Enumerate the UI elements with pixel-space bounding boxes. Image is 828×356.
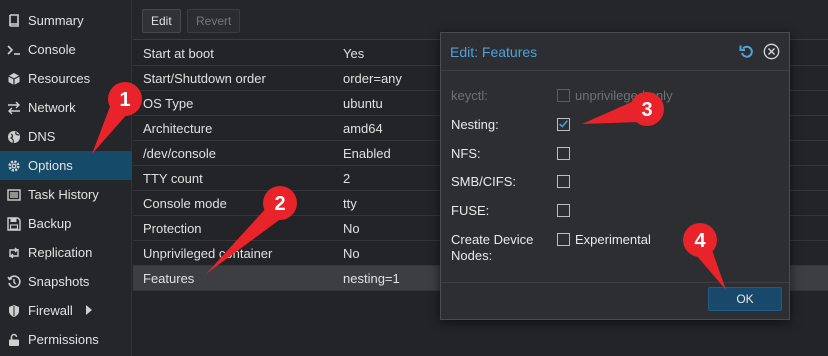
keyctl-checkbox-label: unprivileged only bbox=[575, 88, 673, 103]
list-icon bbox=[6, 187, 22, 203]
option-key: Unprivileged container bbox=[143, 245, 273, 261]
sidebar: Summary Console Resources Network DNS Op… bbox=[0, 0, 132, 356]
sidebar-item-snapshots[interactable]: Snapshots bbox=[0, 267, 132, 296]
sidebar-item-label: Replication bbox=[28, 245, 93, 260]
option-value: Yes bbox=[343, 45, 365, 61]
edit-button[interactable]: Edit bbox=[142, 9, 181, 33]
sidebar-item-label: Options bbox=[28, 158, 73, 173]
sidebar-item-options[interactable]: Options bbox=[0, 151, 132, 180]
option-value: amd64 bbox=[343, 120, 383, 136]
nfs-label: NFS: bbox=[451, 146, 481, 161]
sidebar-item-label: Permissions bbox=[28, 332, 99, 347]
option-value: nesting=1 bbox=[343, 270, 400, 286]
smb-cifs-checkbox[interactable] bbox=[557, 175, 570, 188]
experimental-label: Experimental bbox=[575, 232, 651, 247]
nfs-checkbox[interactable] bbox=[557, 147, 570, 160]
create-device-nodes-label-line2: Nodes: bbox=[451, 248, 493, 263]
exchange-icon bbox=[6, 100, 22, 116]
sidebar-item-label: Network bbox=[28, 100, 76, 115]
gear-icon bbox=[6, 158, 22, 174]
sidebar-item-label: Summary bbox=[28, 13, 84, 28]
option-value: Enabled bbox=[343, 145, 391, 161]
globe-icon bbox=[6, 129, 22, 145]
history-icon bbox=[6, 274, 22, 290]
option-value: 2 bbox=[343, 170, 351, 186]
option-key: Features bbox=[143, 270, 195, 286]
sidebar-item-replication[interactable]: Replication bbox=[0, 238, 132, 267]
edit-features-dialog: Edit: Features keyctl: unprivileged only… bbox=[440, 32, 790, 320]
create-device-nodes-checkbox[interactable] bbox=[557, 233, 570, 246]
sidebar-item-backup[interactable]: Backup bbox=[0, 209, 132, 238]
sidebar-item-task-history[interactable]: Task History bbox=[0, 180, 132, 209]
create-device-nodes-label-line1: Create Device bbox=[451, 232, 534, 247]
option-key: Start/Shutdown order bbox=[143, 70, 266, 86]
sidebar-item-label: Snapshots bbox=[28, 274, 90, 289]
floppy-icon bbox=[6, 216, 22, 232]
revert-button[interactable]: Revert bbox=[187, 9, 241, 33]
option-key: Start at boot bbox=[143, 45, 214, 61]
sidebar-item-summary[interactable]: Summary bbox=[0, 6, 132, 35]
sidebar-item-network[interactable]: Network bbox=[0, 93, 132, 122]
dialog-header: Edit: Features bbox=[441, 33, 789, 71]
retweet-icon bbox=[6, 245, 22, 261]
sidebar-item-label: Resources bbox=[28, 71, 91, 86]
sidebar-item-label: Firewall bbox=[28, 303, 73, 318]
keyctl-label: keyctl: bbox=[451, 88, 488, 103]
dialog-title: Edit: Features bbox=[450, 43, 538, 60]
option-key: Console mode bbox=[143, 195, 227, 211]
sidebar-item-label: Console bbox=[28, 42, 76, 57]
sidebar-item-permissions[interactable]: Permissions bbox=[0, 325, 132, 354]
option-key: Protection bbox=[143, 220, 202, 236]
sidebar-item-label: DNS bbox=[28, 129, 56, 144]
smb-cifs-label: SMB/CIFS: bbox=[451, 174, 517, 189]
chevron-right-icon[interactable] bbox=[86, 305, 92, 315]
unlock-icon bbox=[6, 332, 22, 348]
sidebar-item-label: Backup bbox=[28, 216, 72, 231]
nesting-label: Nesting: bbox=[451, 117, 499, 132]
close-icon[interactable] bbox=[763, 43, 780, 60]
sidebar-item-label: Task History bbox=[28, 187, 99, 202]
sidebar-item-resources[interactable]: Resources bbox=[0, 64, 132, 93]
shield-icon bbox=[6, 303, 22, 319]
reset-icon[interactable] bbox=[739, 44, 755, 60]
sidebar-item-dns[interactable]: DNS bbox=[0, 122, 132, 151]
option-value: order=any bbox=[343, 70, 402, 86]
option-key: OS Type bbox=[143, 95, 194, 111]
option-key: TTY count bbox=[143, 170, 203, 186]
option-value: tty bbox=[343, 195, 357, 211]
sidebar-item-console[interactable]: Console bbox=[0, 35, 132, 64]
nesting-checkbox[interactable] bbox=[557, 118, 570, 131]
fuse-label: FUSE: bbox=[451, 203, 490, 218]
book-icon bbox=[6, 13, 22, 29]
option-value: No bbox=[343, 220, 360, 236]
ok-button[interactable]: OK bbox=[708, 287, 782, 311]
terminal-icon bbox=[6, 42, 22, 58]
option-value: ubuntu bbox=[343, 95, 383, 111]
cube-icon bbox=[6, 71, 22, 87]
option-key: /dev/console bbox=[143, 145, 216, 161]
option-key: Architecture bbox=[143, 120, 213, 136]
keyctl-checkbox[interactable] bbox=[557, 89, 570, 102]
dialog-body: keyctl: unprivileged only Nesting: NFS: … bbox=[441, 71, 789, 283]
option-value: No bbox=[343, 245, 360, 261]
fuse-checkbox[interactable] bbox=[557, 204, 570, 217]
sidebar-item-firewall[interactable]: Firewall bbox=[0, 296, 132, 325]
check-icon bbox=[559, 120, 568, 128]
